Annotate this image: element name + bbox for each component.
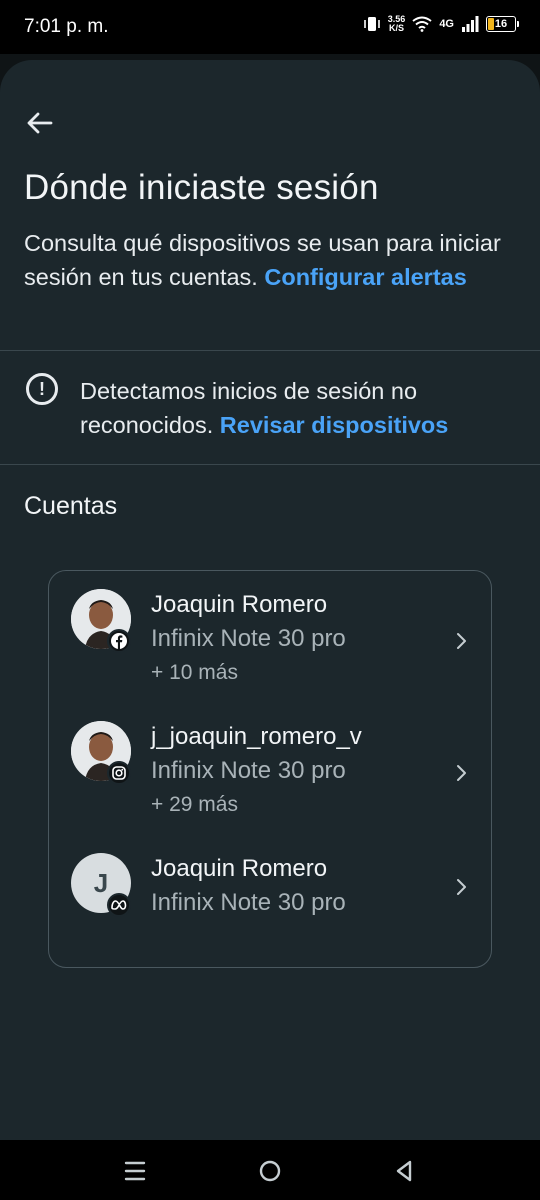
vibrate-icon	[363, 17, 380, 31]
facebook-icon	[107, 629, 131, 653]
menu-icon	[124, 1161, 146, 1181]
account-device: Infinix Note 30 pro	[151, 889, 346, 916]
review-devices-link[interactable]: Revisar dispositivos	[220, 412, 449, 438]
divider	[0, 350, 540, 351]
network-type: 4G	[439, 18, 454, 30]
configure-alerts-link[interactable]: Configurar alertas	[264, 264, 466, 290]
divider	[0, 464, 540, 465]
account-name: Joaquin Romero	[151, 855, 328, 882]
account-device: Infinix Note 30 pro	[151, 757, 346, 784]
account-item-instagram[interactable]: j_joaquin_romero_v Infinix Note 30 pro +…	[71, 721, 471, 831]
battery-icon: 16	[486, 16, 519, 32]
accounts-card: Joaquin Romero Infinix Note 30 pro + 10 …	[48, 570, 492, 968]
account-item-meta[interactable]: J Joaquin Romero Infinix Note 30 pro	[71, 853, 471, 963]
network-speed: 3.56 K/S	[388, 15, 406, 33]
status-bar: 7:01 p. m. 3.56 K/S 4G 16	[0, 0, 540, 54]
account-more-count: + 10 más	[151, 661, 238, 684]
status-icons: 3.56 K/S 4G 16	[363, 15, 519, 33]
chevron-right-icon	[457, 633, 466, 649]
signal-icon	[462, 16, 479, 32]
avatar-initial: J	[93, 867, 109, 898]
chevron-right-icon	[457, 765, 466, 781]
back-nav-button[interactable]	[391, 1158, 417, 1184]
instagram-icon	[107, 761, 131, 785]
arrow-left-icon	[27, 112, 53, 134]
page-title: Dónde iniciaste sesión	[24, 168, 379, 207]
section-title-accounts: Cuentas	[24, 492, 118, 520]
chevron-right-icon	[457, 879, 466, 895]
back-button[interactable]	[22, 108, 56, 138]
alert-circle-icon: !	[26, 373, 58, 405]
network-speed-unit: K/S	[389, 23, 405, 33]
account-more-count: + 29 más	[151, 793, 238, 816]
home-circle-icon	[259, 1160, 281, 1182]
meta-icon	[107, 893, 131, 917]
main-sheet: Dónde iniciaste sesión Consulta qué disp…	[0, 60, 540, 1140]
account-name: j_joaquin_romero_v	[151, 723, 362, 750]
alert-message: Detectamos inicios de sesión no reconoci…	[80, 374, 520, 442]
home-button[interactable]	[257, 1158, 283, 1184]
triangle-back-icon	[396, 1160, 412, 1182]
account-item-facebook[interactable]: Joaquin Romero Infinix Note 30 pro + 10 …	[71, 589, 471, 699]
battery-level: 16	[494, 18, 508, 30]
status-time: 7:01 p. m.	[24, 16, 109, 37]
page-description: Consulta qué dispositivos se usan para i…	[24, 226, 524, 294]
account-name: Joaquin Romero	[151, 591, 328, 618]
recents-button[interactable]	[122, 1158, 148, 1184]
navigation-bar	[0, 1140, 540, 1200]
account-device: Infinix Note 30 pro	[151, 625, 346, 652]
wifi-icon	[412, 16, 432, 32]
